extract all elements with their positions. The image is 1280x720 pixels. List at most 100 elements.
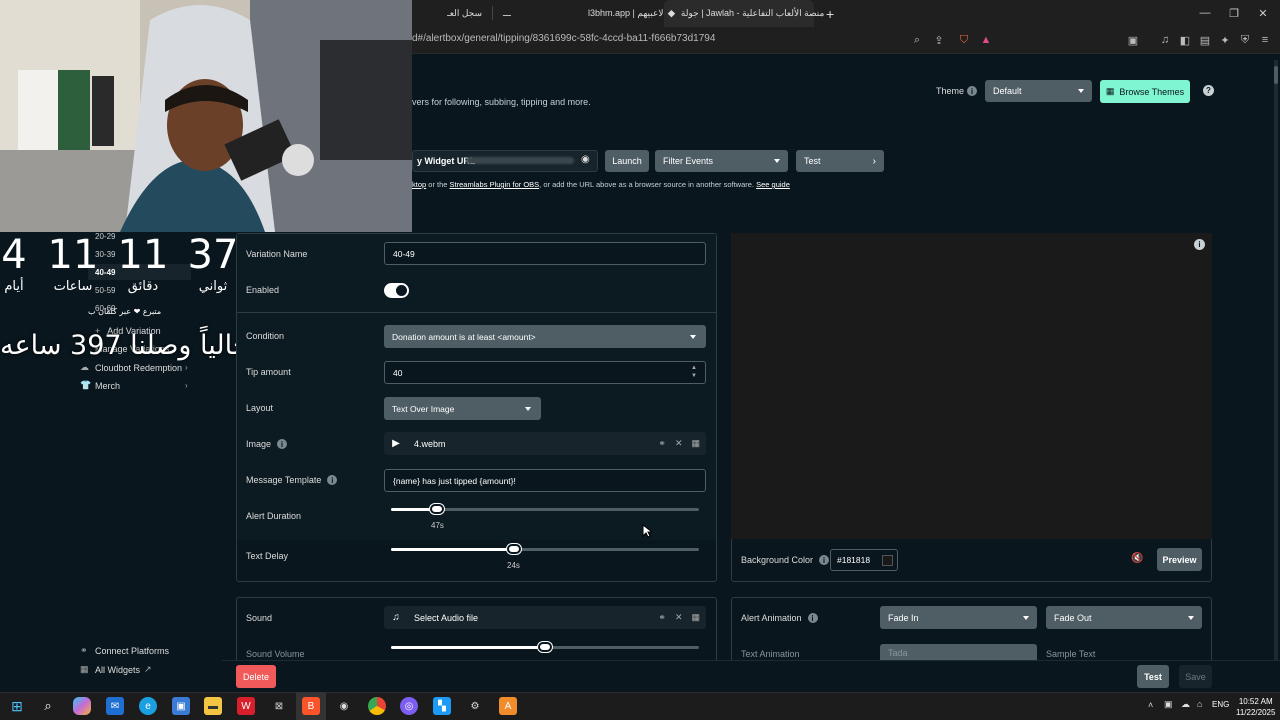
file-explorer-icon[interactable]: ▬ [204, 697, 222, 715]
terminal-icon[interactable]: ⊠ [270, 697, 288, 715]
obs-link[interactable]: ktop [412, 180, 426, 189]
browser-tab[interactable]: ـــ [503, 0, 515, 27]
background-color-input[interactable]: #181818 [830, 549, 898, 571]
outlook-icon[interactable]: ✉ [106, 697, 124, 715]
delete-button[interactable]: Delete [236, 665, 276, 688]
supporter-line: متبرع ❤ عبر كلفان ب [88, 307, 162, 316]
info-icon[interactable]: i [1194, 239, 1205, 250]
test-dropdown[interactable]: Test › [796, 150, 884, 172]
restore-icon[interactable]: ❐ [1226, 5, 1242, 21]
remove-icon[interactable]: ✕ [675, 438, 683, 449]
theme-dropdown[interactable]: Default [985, 80, 1092, 102]
ai-icon[interactable]: ✦ [1217, 32, 1233, 48]
save-button[interactable]: Save [1179, 665, 1212, 688]
remove-icon[interactable]: ✕ [675, 612, 683, 623]
info-icon[interactable]: i [277, 439, 288, 449]
countdown-seconds-label: ثواني [198, 279, 228, 294]
music-icon[interactable]: ♫ [1157, 32, 1173, 48]
language-indicator[interactable]: ENG [1212, 700, 1229, 709]
browser-tab[interactable]: l3bhm.app | لاعبيهم [588, 0, 663, 27]
sidebar-item-cloudbot[interactable]: ☁ Cloudbot Redemption › [80, 362, 195, 373]
app-launcher-icon[interactable]: A [499, 697, 517, 715]
text-delay-label: Text Delay [246, 551, 289, 561]
media-library-icon[interactable]: ▦ [691, 612, 700, 623]
edge-icon[interactable]: e [139, 697, 157, 715]
network-icon[interactable]: ⌂ [1197, 699, 1202, 709]
slider-handle[interactable] [430, 504, 445, 514]
info-icon[interactable]: i [967, 86, 977, 96]
browser-tab[interactable]: سجل العـ [412, 0, 482, 27]
sidebar-item-merch[interactable]: 👕 Merch › [80, 380, 195, 391]
connect-platforms-link[interactable]: ⚭ Connect Platforms [80, 645, 169, 656]
theme-value: Default [993, 86, 1022, 96]
brave-shield-icon[interactable]: ⛉ [956, 32, 972, 48]
variation-name-input[interactable]: 40-49 [384, 242, 706, 265]
slider-handle[interactable] [538, 642, 552, 652]
tip-amount-input[interactable]: 40 ▲ ▼ [384, 361, 706, 384]
info-icon[interactable]: i [807, 613, 818, 623]
streamlabs-plugin-link[interactable]: Streamlabs Plugin for OBS [450, 180, 540, 189]
all-widgets-link[interactable]: ▦ All Widgets ↗ [80, 664, 152, 675]
filter-events-dropdown[interactable]: Filter Events [655, 150, 788, 172]
animation-out-dropdown[interactable]: Fade Out [1046, 606, 1202, 629]
link-icon[interactable]: ⚭ [658, 438, 666, 449]
copilot-icon[interactable] [73, 697, 91, 715]
wallet-icon[interactable]: ▤ [1197, 32, 1213, 48]
windows-start-icon[interactable]: ⊞ [8, 697, 26, 715]
preview-button[interactable]: Preview [1157, 548, 1202, 571]
store-icon[interactable]: ▣ [172, 697, 190, 715]
stepper-icon[interactable]: ▲ ▼ [691, 364, 697, 380]
sound-file-field[interactable]: ♫ Select Audio file ⚭ ✕ ▦ [384, 606, 706, 629]
mute-icon[interactable]: 🔇 [1131, 553, 1143, 564]
info-icon[interactable]: i [819, 555, 830, 565]
test-button[interactable]: Test [1137, 665, 1169, 688]
tray-app-icon[interactable]: ▣ [1164, 699, 1173, 710]
system-clock[interactable]: 10:52 AM 11/22/2025 [1236, 696, 1275, 718]
info-icon[interactable]: i [327, 475, 338, 485]
enabled-toggle[interactable] [384, 283, 409, 298]
obs-icon[interactable]: ◉ [335, 697, 353, 715]
settings-gear-icon[interactable]: ⚙ [466, 697, 484, 715]
menu-icon[interactable]: ≡ [1257, 32, 1273, 48]
tray-chevron-up-icon[interactable]: ˄ [1148, 700, 1153, 710]
reader-icon[interactable]: ▣ [1125, 32, 1141, 48]
help-icon[interactable]: ? [1203, 85, 1214, 96]
clock-time: 10:52 AM [1238, 697, 1273, 706]
brave-browser-icon[interactable]: B [302, 697, 320, 715]
see-guide-link[interactable]: See guide [756, 180, 790, 189]
onedrive-icon[interactable]: ☁ [1181, 699, 1190, 710]
eye-icon[interactable]: ◉ [581, 154, 590, 165]
link-icon[interactable]: ⚭ [658, 612, 666, 623]
vpn-icon[interactable]: ⛨ [1237, 32, 1253, 48]
launch-button[interactable]: Launch [605, 150, 649, 172]
tip-amount-label: Tip amount [246, 367, 291, 377]
search-icon[interactable]: ⌕ [39, 697, 57, 715]
image-file-field[interactable]: ▶ 4.webm ⚭ ✕ ▦ [384, 432, 706, 455]
share-icon[interactable]: ⇪ [931, 32, 947, 48]
external-link-icon: ↗ [144, 664, 152, 674]
streamlabs-icon[interactable]: ◎ [400, 697, 418, 715]
minimize-icon[interactable]: — [1197, 5, 1213, 21]
browse-themes-button[interactable]: ▦ Browse Themes [1100, 80, 1190, 103]
close-icon[interactable]: ✕ [1255, 5, 1271, 21]
animation-in-dropdown[interactable]: Fade In [880, 606, 1037, 629]
slider-handle[interactable] [507, 544, 522, 554]
app-icon[interactable]: ▚ [433, 697, 451, 715]
url-text[interactable]: d#/alertbox/general/tipping/8361699c-58f… [412, 33, 715, 44]
condition-dropdown[interactable]: Donation amount is at least <amount> [384, 325, 706, 348]
sidebar-toggle-icon[interactable]: ◧ [1177, 32, 1193, 48]
color-swatch[interactable] [882, 555, 893, 566]
wps-icon[interactable]: W [237, 697, 255, 715]
text-delay-slider[interactable] [391, 548, 699, 551]
scrollbar-thumb[interactable] [1274, 66, 1278, 84]
scrollbar[interactable] [1274, 60, 1278, 660]
message-template-input[interactable]: {name} has just tipped {amount}! [384, 469, 706, 492]
chrome-icon[interactable] [368, 697, 386, 715]
file-actions: ⚭ ✕ ▦ [658, 612, 700, 623]
browser-tab-active[interactable]: ◆ جولة | Jawlah - منصة الألعاب التفاعلية [664, 0, 824, 27]
new-tab-button[interactable]: + [826, 0, 840, 27]
media-library-icon[interactable]: ▦ [691, 438, 700, 449]
brave-rewards-icon[interactable]: ▲ [978, 32, 994, 48]
layout-dropdown[interactable]: Text Over Image [384, 397, 541, 420]
zoom-icon[interactable]: ⌕ [909, 32, 925, 48]
